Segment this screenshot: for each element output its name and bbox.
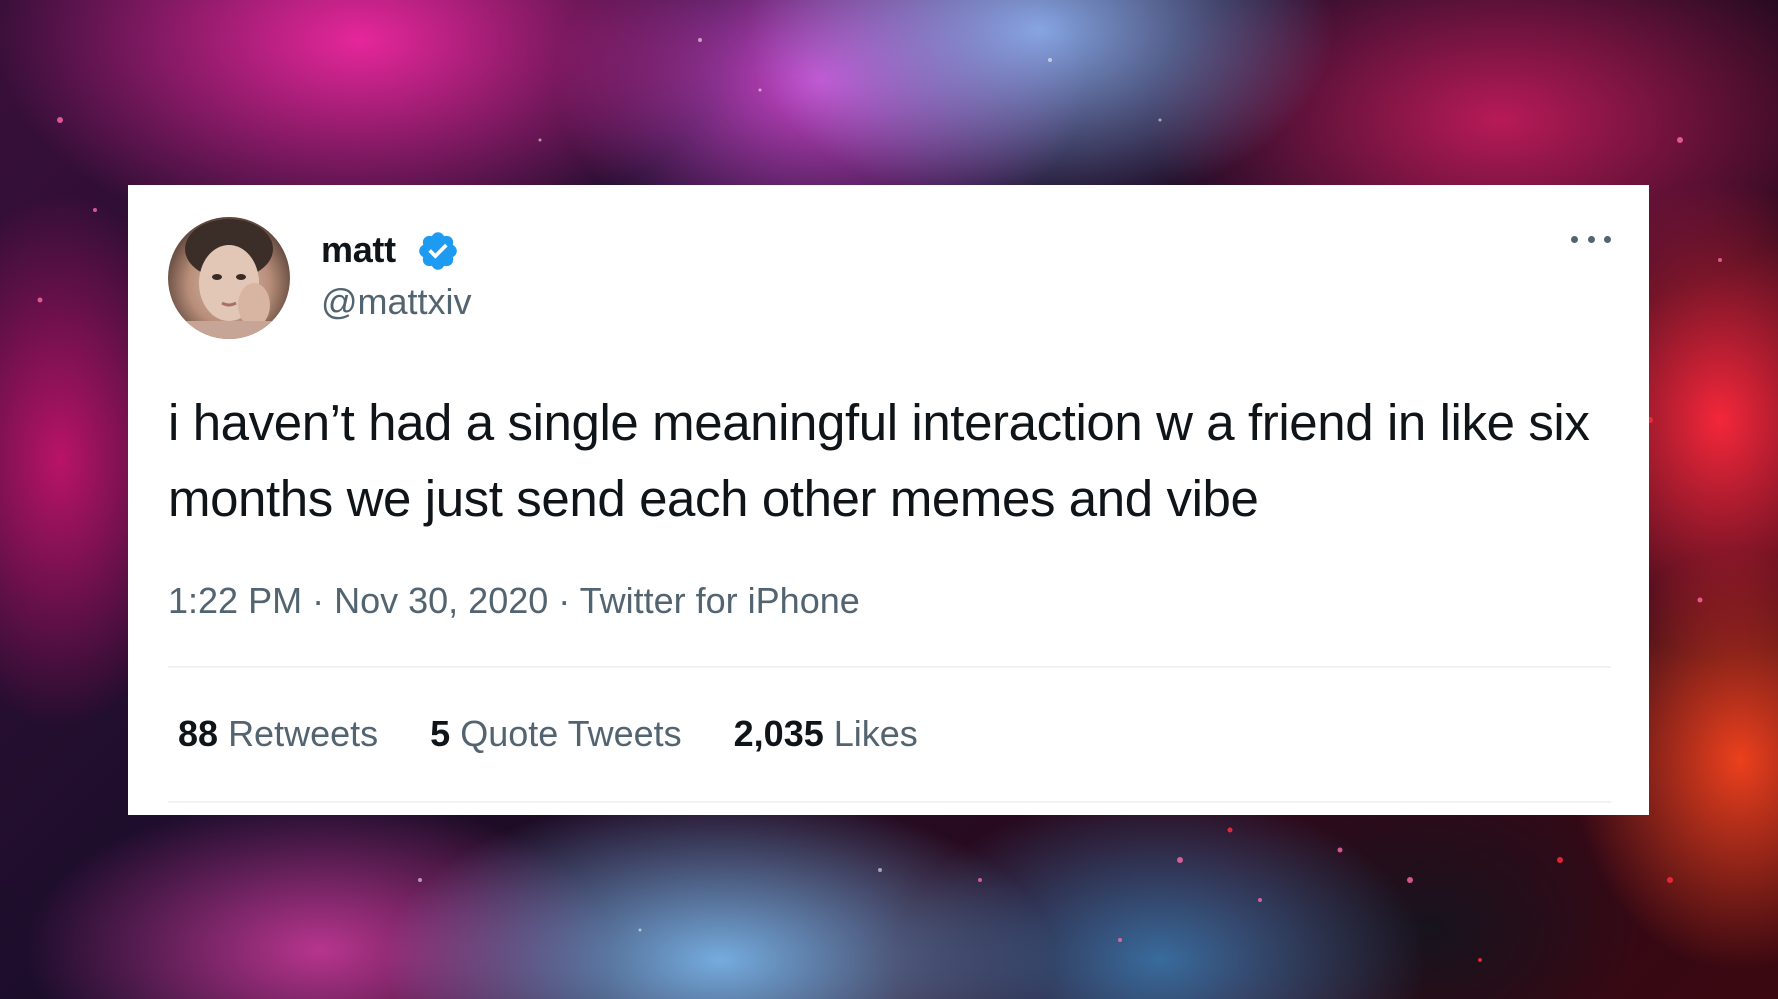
tweet-source[interactable]: Twitter for iPhone <box>580 580 860 621</box>
retweets-label: Retweets <box>228 713 379 754</box>
tweet-date[interactable]: Nov 30, 2020 <box>334 580 548 621</box>
more-dot <box>1604 235 1611 243</box>
meta-separator: · <box>312 580 325 621</box>
avatar-photo <box>168 219 290 339</box>
tweet-stats: 88 Retweets 5 Quote Tweets 2,035 Likes <box>178 713 918 755</box>
tweet-metadata: 1:22 PM · Nov 30, 2020 · Twitter for iPh… <box>168 580 860 622</box>
quote-tweets-label: Quote Tweets <box>460 713 682 754</box>
likes-count: 2,035 <box>733 713 824 754</box>
tweet-time[interactable]: 1:22 PM <box>168 580 302 621</box>
display-name[interactable]: matt <box>321 229 396 271</box>
tweet-text: i haven’t had a single meaningful intera… <box>168 394 1590 527</box>
quote-tweets-stat[interactable]: 5 Quote Tweets <box>430 713 682 755</box>
retweets-stat[interactable]: 88 Retweets <box>178 713 378 755</box>
meta-separator: · <box>558 580 571 621</box>
verified-badge-icon <box>419 232 457 270</box>
more-dot <box>1571 235 1578 243</box>
avatar[interactable] <box>168 217 290 339</box>
divider <box>168 666 1611 668</box>
retweets-count: 88 <box>178 713 219 754</box>
more-dot <box>1587 235 1595 243</box>
user-handle[interactable]: @mattxiv <box>321 281 472 323</box>
likes-stat[interactable]: 2,035 Likes <box>734 713 918 755</box>
tweet-card: matt @mattxiv i haven’t had a single mea… <box>128 185 1649 815</box>
likes-label: Likes <box>833 713 918 754</box>
divider <box>168 801 1611 803</box>
more-horizontal-icon[interactable] <box>1571 229 1611 249</box>
quote-tweets-count: 5 <box>430 713 451 754</box>
